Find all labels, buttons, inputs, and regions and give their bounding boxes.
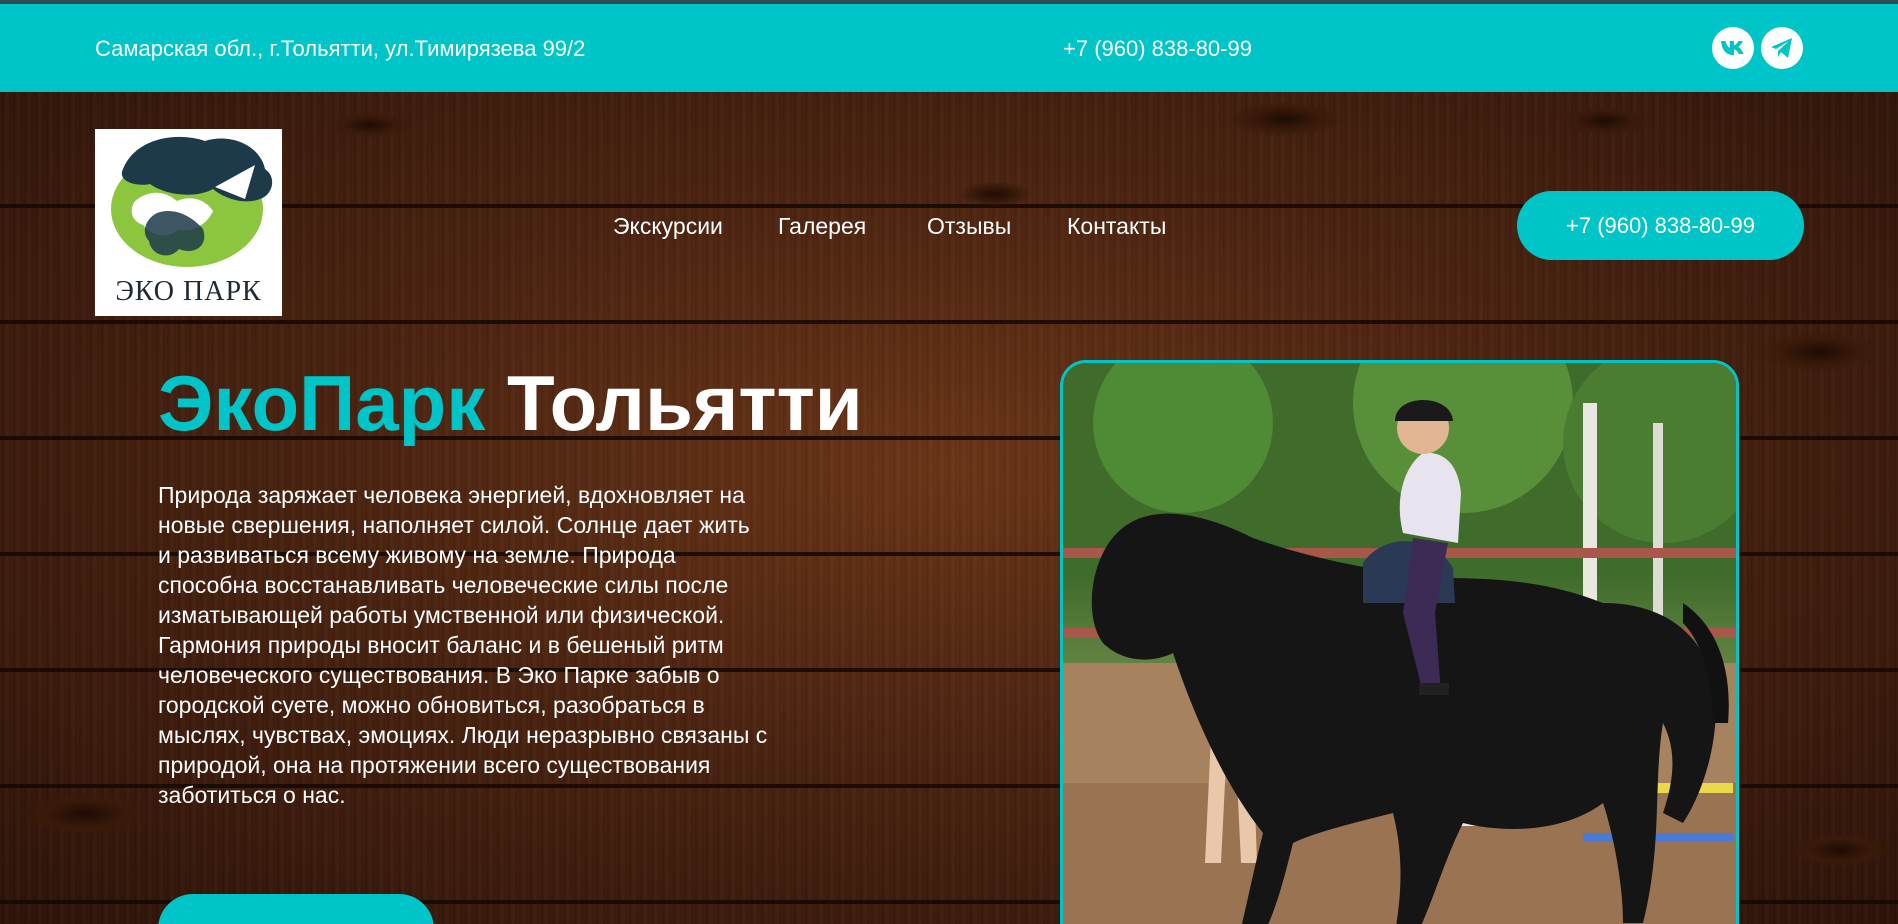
top-phone-link[interactable]: +7 (960) 838-80-99	[1063, 36, 1252, 62]
top-bar: Самарская обл., г.Тольятти, ул.Тимирязев…	[0, 4, 1898, 92]
horse-rider-image	[1063, 363, 1736, 924]
wood-knot	[1790, 832, 1890, 868]
nav-item-contacts[interactable]: Контакты	[1067, 213, 1166, 240]
wood-knot	[20, 792, 150, 836]
wood-knot	[1760, 332, 1880, 372]
header-phone-button[interactable]: +7 (960) 838-80-99	[1517, 191, 1804, 260]
vk-icon[interactable]	[1712, 27, 1754, 69]
nav-item-gallery[interactable]: Галерея	[778, 213, 866, 240]
hero-title-main: Тольятти	[506, 359, 863, 447]
hero-title: ЭкоПарк Тольятти	[158, 364, 863, 442]
address-text: Самарская обл., г.Тольятти, ул.Тимирязев…	[95, 36, 586, 61]
nav-item-excursions[interactable]: Экскурсии	[613, 213, 723, 240]
hero-description: Природа заряжает человека энергией, вдох…	[158, 482, 768, 808]
hero-title-accent: ЭкоПарк	[158, 359, 486, 447]
nav-item-reviews[interactable]: Отзывы	[927, 213, 1011, 240]
hero-action-button[interactable]	[158, 894, 434, 924]
wood-knot	[330, 112, 410, 138]
wood-knot	[1560, 106, 1650, 136]
logo[interactable]: ЭКО ПАРК	[95, 129, 282, 316]
wood-knot	[960, 182, 1030, 206]
hero-photo	[1060, 360, 1739, 924]
wood-knot	[1230, 102, 1340, 136]
logo-text: ЭКО ПАРК	[115, 276, 262, 307]
telegram-icon[interactable]	[1761, 27, 1803, 69]
